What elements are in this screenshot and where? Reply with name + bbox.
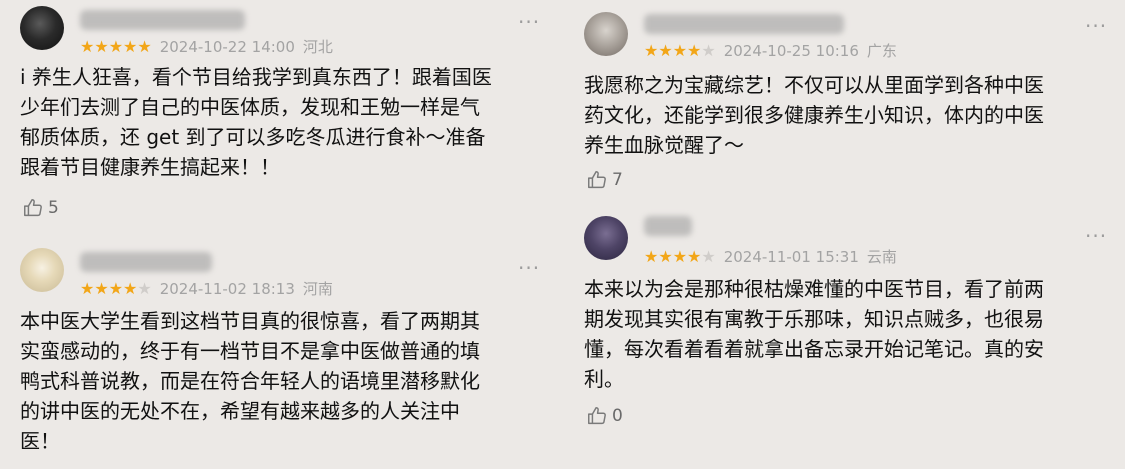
review-card: ★ ★ ★ ★ ★ 2024-10-22 14:00 河北 ··· i 养生人狂喜，看个… <box>10 0 548 225</box>
like-button[interactable]: 0 <box>586 405 623 427</box>
review-date: 2024-10-25 10:16 <box>723 41 859 60</box>
review-meta: ★ ★ ★ ★ ★ 2024-10-25 10:16 广东 <box>644 40 897 61</box>
review-text: i 养生人狂喜，看个节目给我学到真东西了！跟着国医 少年们去测了自己的中医体质，… <box>20 65 492 179</box>
username-blurred[interactable] <box>644 216 692 236</box>
thumb-up-icon <box>586 405 608 427</box>
thumb-up-icon <box>22 197 44 219</box>
review-card: ★ ★ ★ ★ ★ 2024-11-02 18:13 河南 ··· 本中医大学生看到这档… <box>10 240 548 469</box>
star-icon: ★ <box>644 246 659 266</box>
avatar[interactable] <box>584 12 628 56</box>
star-icon: ★ <box>137 36 152 56</box>
review-date: 2024-11-01 15:31 <box>723 247 859 266</box>
star-icon: ★ <box>94 278 109 298</box>
review-text: 本中医大学生看到这档节目真的很惊喜，看了两期其 实蛮感动的，终于有一档节目不是拿… <box>20 309 480 453</box>
more-dots-icon[interactable]: ··· <box>518 10 540 34</box>
review-meta: ★ ★ ★ ★ ★ 2024-11-02 18:13 河南 <box>80 278 333 299</box>
review-region: 河北 <box>302 38 333 56</box>
like-count: 0 <box>612 406 623 426</box>
star-icon: ★ <box>672 246 688 266</box>
avatar[interactable] <box>584 216 628 260</box>
star-icon: ★ <box>108 278 124 298</box>
star-icon: ★ <box>687 40 702 60</box>
star-icon: ★ <box>137 278 152 298</box>
review-text: 本来以为会是那种很枯燥难懂的中医节目，看了前两 期发现其实很有寓教于乐那味，知识… <box>584 277 1044 391</box>
review-date: 2024-11-02 18:13 <box>159 279 295 298</box>
review-region: 广东 <box>866 42 897 60</box>
star-rating: ★ ★ ★ ★ ★ <box>644 246 716 266</box>
star-icon: ★ <box>94 36 109 56</box>
thumb-up-icon <box>586 169 608 191</box>
review-region: 河南 <box>302 280 333 298</box>
star-rating: ★ ★ ★ ★ ★ <box>80 36 152 56</box>
star-icon: ★ <box>123 36 138 56</box>
username-blurred[interactable] <box>80 10 245 30</box>
username-blurred[interactable] <box>644 14 844 34</box>
like-button[interactable]: 5 <box>22 197 59 219</box>
username-blurred[interactable] <box>80 252 212 272</box>
star-icon: ★ <box>658 246 673 266</box>
avatar[interactable] <box>20 248 64 292</box>
star-icon: ★ <box>80 36 95 56</box>
review-meta: ★ ★ ★ ★ ★ 2024-11-01 15:31 云南 <box>644 246 897 267</box>
review-text: 我愿称之为宝藏综艺！不仅可以从里面学到各种中医 药文化，还能学到很多健康养生小知… <box>584 73 1044 157</box>
star-rating: ★ ★ ★ ★ ★ <box>644 40 716 60</box>
review-date: 2024-10-22 14:00 <box>159 37 295 56</box>
review-meta: ★ ★ ★ ★ ★ 2024-10-22 14:00 河北 <box>80 36 333 57</box>
star-icon: ★ <box>687 246 702 266</box>
like-count: 7 <box>612 170 623 190</box>
star-icon: ★ <box>108 36 124 56</box>
review-card: ★ ★ ★ ★ ★ 2024-10-25 10:16 广东 ··· 我愿称之为宝藏综艺！… <box>574 0 1115 200</box>
like-count: 5 <box>48 198 59 218</box>
star-icon: ★ <box>672 40 688 60</box>
more-dots-icon[interactable]: ··· <box>1085 14 1107 38</box>
avatar[interactable] <box>20 6 64 50</box>
more-dots-icon[interactable]: ··· <box>518 256 540 280</box>
star-rating: ★ ★ ★ ★ ★ <box>80 278 152 298</box>
more-dots-icon[interactable]: ··· <box>1085 224 1107 248</box>
review-region: 云南 <box>866 248 897 266</box>
star-icon: ★ <box>658 40 673 60</box>
star-icon: ★ <box>701 40 716 60</box>
star-icon: ★ <box>80 278 95 298</box>
star-icon: ★ <box>644 40 659 60</box>
like-button[interactable]: 7 <box>586 169 623 191</box>
star-icon: ★ <box>701 246 716 266</box>
review-card: ★ ★ ★ ★ ★ 2024-11-01 15:31 云南 ··· 本来以为会是那种很枯… <box>574 204 1115 469</box>
star-icon: ★ <box>123 278 138 298</box>
